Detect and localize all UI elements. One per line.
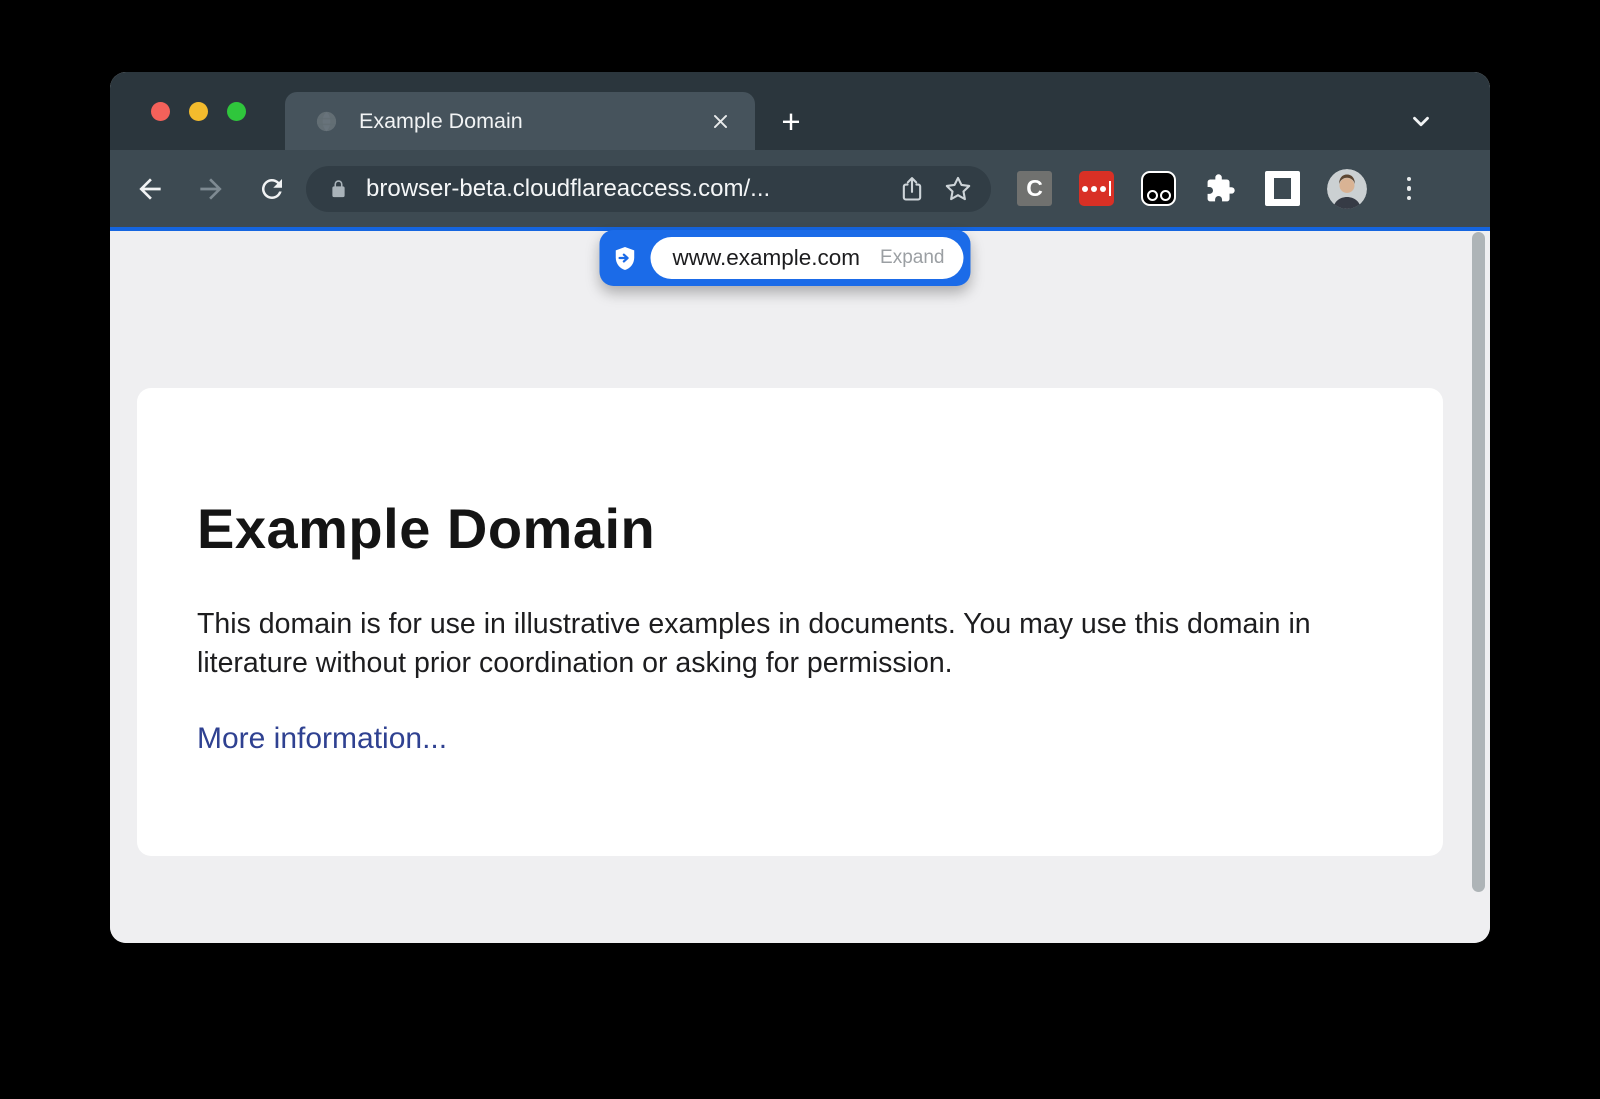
browser-tab[interactable]: Example Domain: [285, 92, 755, 150]
lock-icon: [328, 177, 349, 201]
kebab-menu-icon[interactable]: [1394, 169, 1424, 209]
new-tab-button[interactable]: +: [772, 102, 810, 140]
puzzle-icon[interactable]: [1203, 171, 1238, 206]
page-viewport: www.example.com Expand Example Domain Th…: [110, 231, 1490, 943]
url-text: browser-beta.cloudflareaccess.com/...: [366, 175, 881, 203]
page-body-text: This domain is for use in illustrative e…: [197, 605, 1347, 682]
dark-circles-extension-icon[interactable]: [1141, 171, 1176, 206]
reload-icon[interactable]: [250, 167, 294, 211]
white-square-extension-icon[interactable]: [1265, 171, 1300, 206]
minimize-window-button[interactable]: [189, 102, 208, 121]
window-controls: [151, 72, 246, 150]
back-arrow-icon[interactable]: [128, 167, 172, 211]
browser-window: Example Domain +: [110, 72, 1490, 943]
vertical-scrollbar[interactable]: [1472, 232, 1485, 892]
address-bar[interactable]: browser-beta.cloudflareaccess.com/...: [306, 166, 991, 212]
expand-button[interactable]: Expand: [880, 247, 944, 269]
chevron-down-icon[interactable]: [1406, 106, 1436, 136]
password-manager-extension-icon[interactable]: [1079, 171, 1114, 206]
isolation-host-pill[interactable]: www.example.com Expand: [650, 237, 963, 279]
share-icon[interactable]: [897, 174, 927, 204]
forward-arrow-icon[interactable]: [189, 167, 233, 211]
close-window-button[interactable]: [151, 102, 170, 121]
globe-icon: [315, 110, 338, 133]
tab-close-icon[interactable]: [709, 110, 731, 132]
page-heading: Example Domain: [197, 496, 1381, 561]
more-information-link[interactable]: More information...: [197, 722, 447, 756]
star-icon[interactable]: [943, 174, 973, 204]
profile-avatar[interactable]: [1327, 169, 1367, 209]
zoom-window-button[interactable]: [227, 102, 246, 121]
page-card: Example Domain This domain is for use in…: [137, 388, 1443, 856]
isolation-banner[interactable]: www.example.com Expand: [599, 230, 970, 286]
tab-title: Example Domain: [359, 109, 709, 134]
navigation-toolbar: browser-beta.cloudflareaccess.com/... C: [110, 150, 1490, 227]
isolated-hostname: www.example.com: [672, 245, 860, 271]
extensions-area: C: [1017, 169, 1424, 209]
c-extension-icon[interactable]: C: [1017, 171, 1052, 206]
tab-strip: Example Domain +: [110, 72, 1490, 150]
shield-arrow-icon: [611, 245, 638, 272]
